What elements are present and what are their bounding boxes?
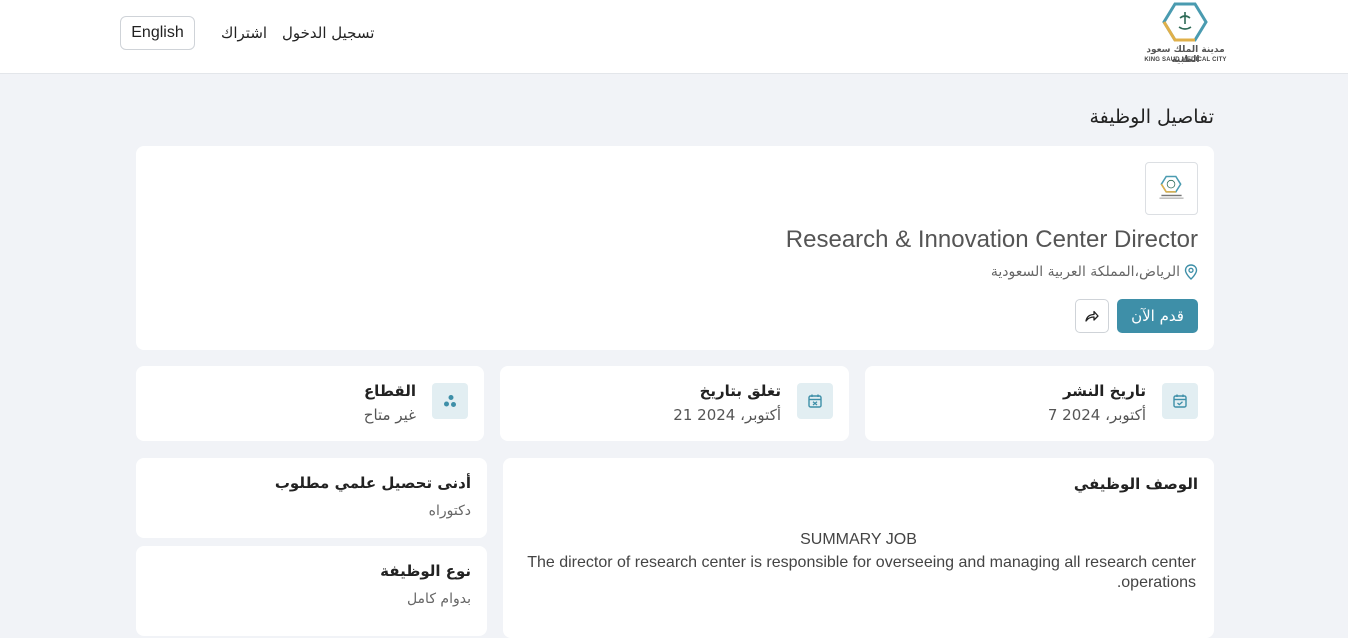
logo-emblem-icon	[1162, 2, 1208, 42]
education-card: أدنى تحصيل علمي مطلوب دكتوراه	[136, 458, 487, 538]
job-description-card: الوصف الوظيفي SUMMARY JOB The director o…	[503, 458, 1214, 638]
education-value: دكتوراه	[428, 503, 471, 519]
location-pin-icon	[1184, 264, 1198, 280]
company-logo-emblem-icon	[1159, 175, 1184, 199]
sector-value: غير متاح	[363, 406, 416, 424]
job-header-card: Research & Innovation Center Director ال…	[136, 146, 1214, 350]
job-type-card: نوع الوظيفة بدوام كامل	[136, 546, 487, 636]
top-navbar: English اشتراك تسجيل الدخول مدينة الملك …	[0, 0, 1348, 74]
company-logo	[1145, 162, 1198, 215]
english-language-button[interactable]: English	[120, 16, 195, 50]
posted-date-label: تاريخ النشر	[1062, 382, 1146, 400]
job-title: Research & Innovation Center Director	[785, 226, 1198, 253]
logo-name-english: KING SAUD MEDICAL CITY	[1144, 57, 1227, 63]
login-link[interactable]: تسجيل الدخول	[282, 24, 374, 42]
calendar-check-icon	[1162, 383, 1198, 419]
posted-date-card: تاريخ النشر 7 أكتوبر، 2024	[865, 366, 1214, 441]
job-location-text: الرياض،المملكة العربية السعودية	[990, 264, 1180, 280]
job-location: الرياض،المملكة العربية السعودية	[991, 264, 1198, 280]
job-description-text: The director of research center is respo…	[527, 554, 1196, 591]
calendar-x-icon	[797, 383, 833, 419]
share-arrow-icon	[1085, 310, 1099, 322]
site-logo[interactable]: مدينة الملك سعود الطبية KING SAUD MEDICA…	[1138, 2, 1233, 68]
job-type-heading: نوع الوظيفة	[380, 562, 471, 580]
education-heading: أدنى تحصيل علمي مطلوب	[274, 474, 471, 492]
closing-date-value: 21 أكتوبر، 2024	[673, 406, 781, 424]
subscribe-link[interactable]: اشتراك	[221, 24, 267, 42]
closing-date-label: تغلق بتاريخ	[699, 382, 781, 400]
job-description-heading: الوصف الوظيفي	[1073, 475, 1198, 493]
sector-label: القطاع	[363, 382, 416, 400]
posted-date-value: 7 أكتوبر، 2024	[1047, 406, 1146, 424]
share-button[interactable]	[1075, 299, 1109, 333]
apply-now-button[interactable]: قدم الآن	[1117, 299, 1198, 333]
job-type-value: بدوام كامل	[406, 591, 471, 607]
page-title: تفاصيل الوظيفة	[1089, 106, 1214, 128]
sector-card: القطاع غير متاح	[136, 366, 484, 441]
sector-icon	[432, 383, 468, 419]
summary-title: SUMMARY JOB	[800, 531, 917, 548]
closing-date-card: تغلق بتاريخ 21 أكتوبر، 2024	[500, 366, 849, 441]
